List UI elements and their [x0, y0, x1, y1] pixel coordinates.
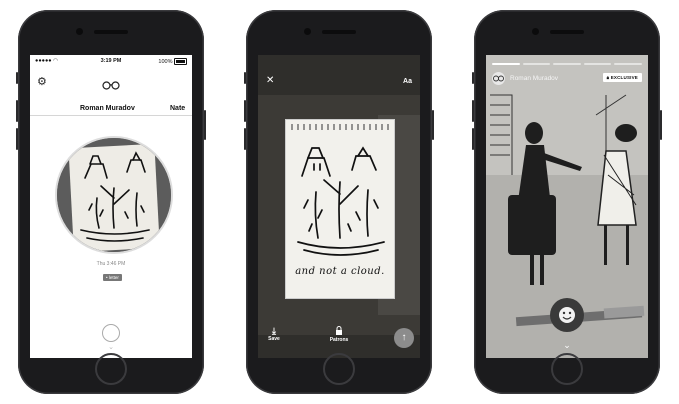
screen-3: Roman Muradov 🔒︎ EXCLUSIVE ⌄ — [486, 55, 648, 358]
profile-switcher: Roman Muradov Nate — [30, 105, 192, 119]
status-bar: ●●●●● ◠ 3:19 PM 100% — [30, 55, 192, 67]
gear-icon[interactable]: ⚙ — [37, 75, 47, 88]
volume-down-button — [16, 128, 18, 150]
volume-up-button — [244, 100, 246, 122]
front-camera — [532, 28, 539, 35]
home-button — [95, 353, 127, 385]
progress-segment — [614, 63, 642, 65]
mute-switch — [244, 72, 246, 84]
next-profile-name[interactable]: Nate — [170, 105, 185, 112]
chevron-down-icon[interactable]: ⌄ — [486, 340, 648, 351]
earpiece-speaker — [322, 30, 356, 34]
phone-2: ✕ Aa and not a cloud. ⤓ Save Patrons ↑ — [244, 10, 434, 394]
message-tag[interactable]: • letter — [103, 274, 122, 281]
progress-segment — [583, 63, 612, 65]
phone-3: Roman Muradov 🔒︎ EXCLUSIVE ⌄ — [472, 10, 662, 394]
screen-1: ●●●●● ◠ 3:19 PM 100% ⚙ Roman Muradov Nat… — [30, 55, 192, 358]
divider — [30, 115, 192, 116]
top-nav: ⚙ — [30, 73, 192, 91]
story-progress — [492, 63, 642, 65]
glasses-logo-icon — [102, 77, 120, 95]
text-tool-button[interactable]: Aa — [403, 78, 412, 85]
earpiece-speaker — [550, 30, 584, 34]
lock-icon: 🔒︎ — [606, 75, 610, 80]
home-button — [323, 353, 355, 385]
capture-button[interactable] — [102, 324, 120, 342]
power-button — [660, 110, 662, 140]
save-button[interactable]: ⤓ Save — [264, 326, 284, 342]
status-time: 3:19 PM — [100, 58, 122, 64]
sketch-caption: and not a cloud. — [295, 266, 385, 277]
mute-switch — [472, 72, 474, 84]
sketch-thumbnail[interactable] — [55, 136, 173, 254]
lock-icon — [320, 326, 358, 337]
sketch-pad: and not a cloud. — [286, 120, 394, 298]
progress-segment — [522, 63, 551, 65]
battery-icon — [174, 57, 187, 65]
progress-segment — [553, 63, 581, 65]
exclusive-badge: 🔒︎ EXCLUSIVE — [602, 73, 642, 82]
mute-switch — [16, 72, 18, 84]
volume-down-button — [244, 128, 246, 150]
volume-up-button — [16, 100, 18, 122]
save-label: Save — [268, 336, 280, 342]
message-timestamp: Thu 3:46 PM — [96, 261, 126, 267]
smile-icon — [559, 307, 575, 323]
patrons-button[interactable]: Patrons — [320, 326, 358, 343]
download-icon: ⤓ — [272, 326, 276, 336]
profile-name[interactable]: Roman Muradov — [80, 105, 135, 112]
home-button — [551, 353, 583, 385]
volume-up-button — [472, 100, 474, 122]
avatar[interactable] — [492, 72, 505, 85]
screen-2: ✕ Aa and not a cloud. ⤓ Save Patrons ↑ — [258, 55, 420, 358]
volume-down-button — [472, 128, 474, 150]
arrow-up-icon[interactable]: ↑ — [394, 328, 414, 348]
close-icon[interactable]: ✕ — [266, 75, 274, 86]
earpiece-speaker — [94, 30, 128, 34]
reaction-button[interactable] — [550, 298, 584, 332]
phone-1: ●●●●● ◠ 3:19 PM 100% ⚙ Roman Muradov Nat… — [16, 10, 206, 394]
patrons-label: Patrons — [329, 337, 349, 343]
story-header: Roman Muradov 🔒︎ EXCLUSIVE — [492, 72, 642, 86]
chevron-down-icon[interactable]: ⌄ — [30, 343, 192, 351]
front-camera — [304, 28, 311, 35]
power-button — [204, 110, 206, 140]
front-camera — [76, 28, 83, 35]
progress-segment — [492, 63, 520, 65]
power-button — [432, 110, 434, 140]
exclusive-label: EXCLUSIVE — [610, 75, 638, 80]
story-username[interactable]: Roman Muradov — [510, 75, 558, 82]
